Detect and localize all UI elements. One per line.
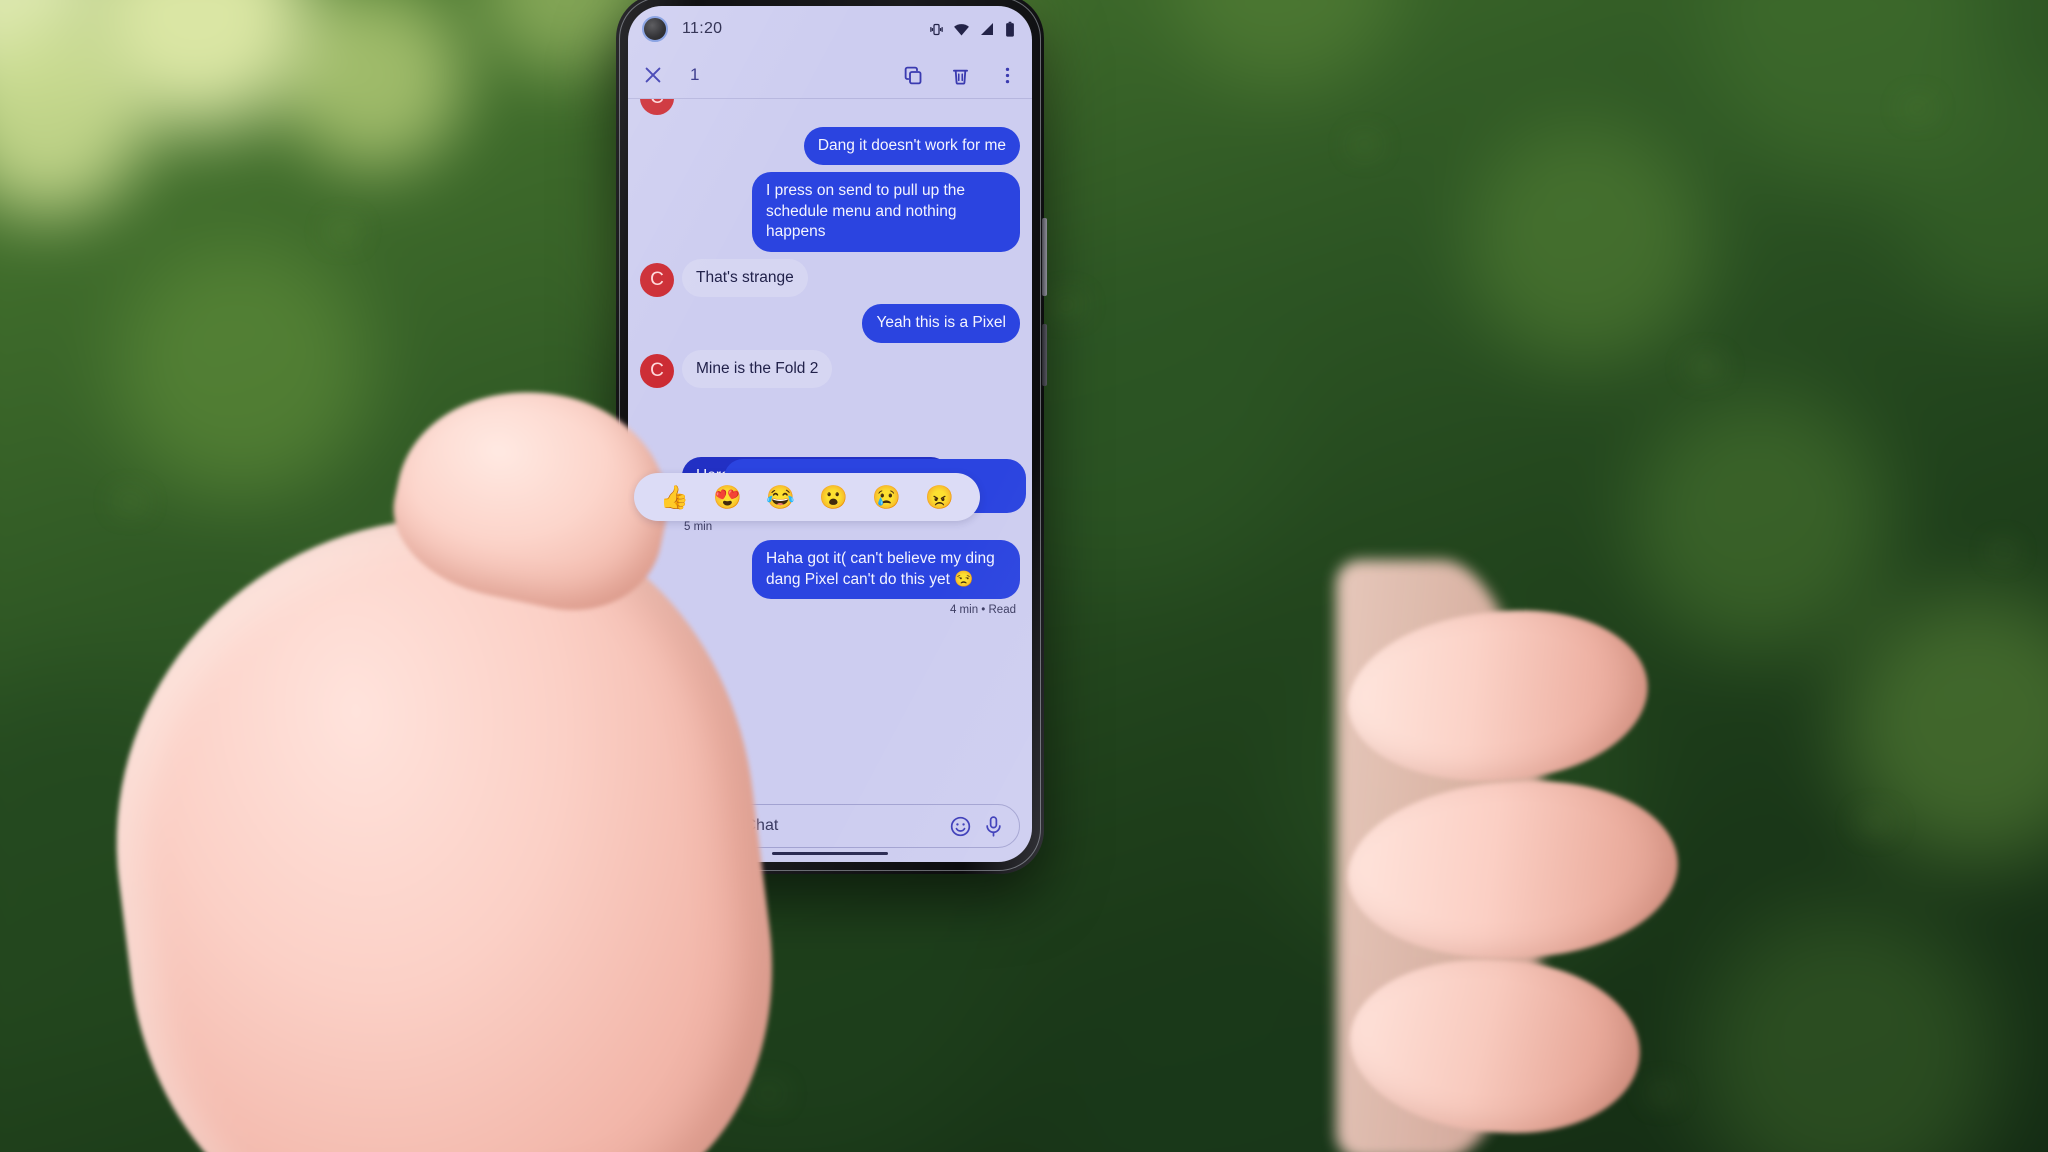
close-icon[interactable]: [642, 64, 664, 86]
message-bubble-outgoing[interactable]: Haha got it( can't believe my ding dang …: [752, 540, 1020, 599]
angry-reaction[interactable]: 😠: [925, 485, 954, 509]
emoji-icon[interactable]: [949, 815, 972, 838]
status-time: 11:20: [682, 20, 723, 37]
message-timestamp: 5 min: [684, 521, 713, 534]
avatar: C: [640, 263, 674, 298]
message-bubble-outgoing[interactable]: I press on send to pull up the schedule …: [752, 172, 1020, 252]
volume-button[interactable]: [1042, 324, 1047, 386]
power-button[interactable]: [1042, 218, 1047, 296]
thumbs-up-reaction[interactable]: 👍: [660, 485, 689, 509]
message-row[interactable]: Dang it doesn't work for me: [640, 127, 1020, 166]
status-bar: 11:20: [628, 6, 1032, 52]
surprised-reaction[interactable]: 😮: [819, 485, 848, 509]
status-icons: [929, 21, 1016, 38]
navigation-pill[interactable]: [772, 851, 888, 855]
message-row[interactable]: C That's strange: [640, 258, 1020, 298]
wifi-icon: [954, 23, 969, 36]
message-row[interactable]: I press on send to pull up the schedule …: [640, 172, 1020, 252]
delete-icon[interactable]: [950, 65, 971, 86]
more-options-icon[interactable]: [997, 65, 1018, 86]
microphone-icon[interactable]: [982, 815, 1005, 838]
avatar: C: [640, 354, 674, 389]
toolbar-actions: [903, 65, 1018, 86]
message-bubble-outgoing[interactable]: Yeah this is a Pixel: [862, 304, 1020, 343]
message-bubble-incoming[interactable]: That's strange: [682, 258, 808, 298]
chat-input[interactable]: Chat: [718, 804, 1020, 848]
laughing-reaction[interactable]: 😂: [766, 485, 795, 509]
battery-icon: [1006, 21, 1014, 37]
selected-count: 1: [690, 65, 700, 84]
front-camera-punch-hole: [642, 16, 668, 42]
photo-scene: 11:20 1 Dang it doesn't work for me I pr…: [0, 0, 2048, 1152]
selection-toolbar: 1: [628, 52, 1032, 98]
message-row[interactable]: Haha got it( can't believe my ding dang …: [640, 540, 1020, 599]
message-bubble-outgoing[interactable]: Dang it doesn't work for me: [803, 127, 1020, 166]
message-row[interactable]: C Mine is the Fold 2: [640, 349, 1020, 389]
reaction-picker[interactable]: 👍 😍 😂 😮 😢 😠: [634, 473, 980, 521]
signal-icon: [981, 23, 993, 35]
vibrate-icon: [930, 23, 943, 35]
copy-icon[interactable]: [903, 65, 924, 86]
message-row[interactable]: Yeah this is a Pixel: [640, 304, 1020, 343]
message-bubble-incoming[interactable]: Mine is the Fold 2: [682, 349, 833, 389]
crying-reaction[interactable]: 😢: [872, 485, 901, 509]
heart-eyes-reaction[interactable]: 😍: [713, 485, 742, 509]
message-status: 4 min • Read: [949, 603, 1016, 616]
chat-input-placeholder: Chat: [744, 817, 779, 834]
